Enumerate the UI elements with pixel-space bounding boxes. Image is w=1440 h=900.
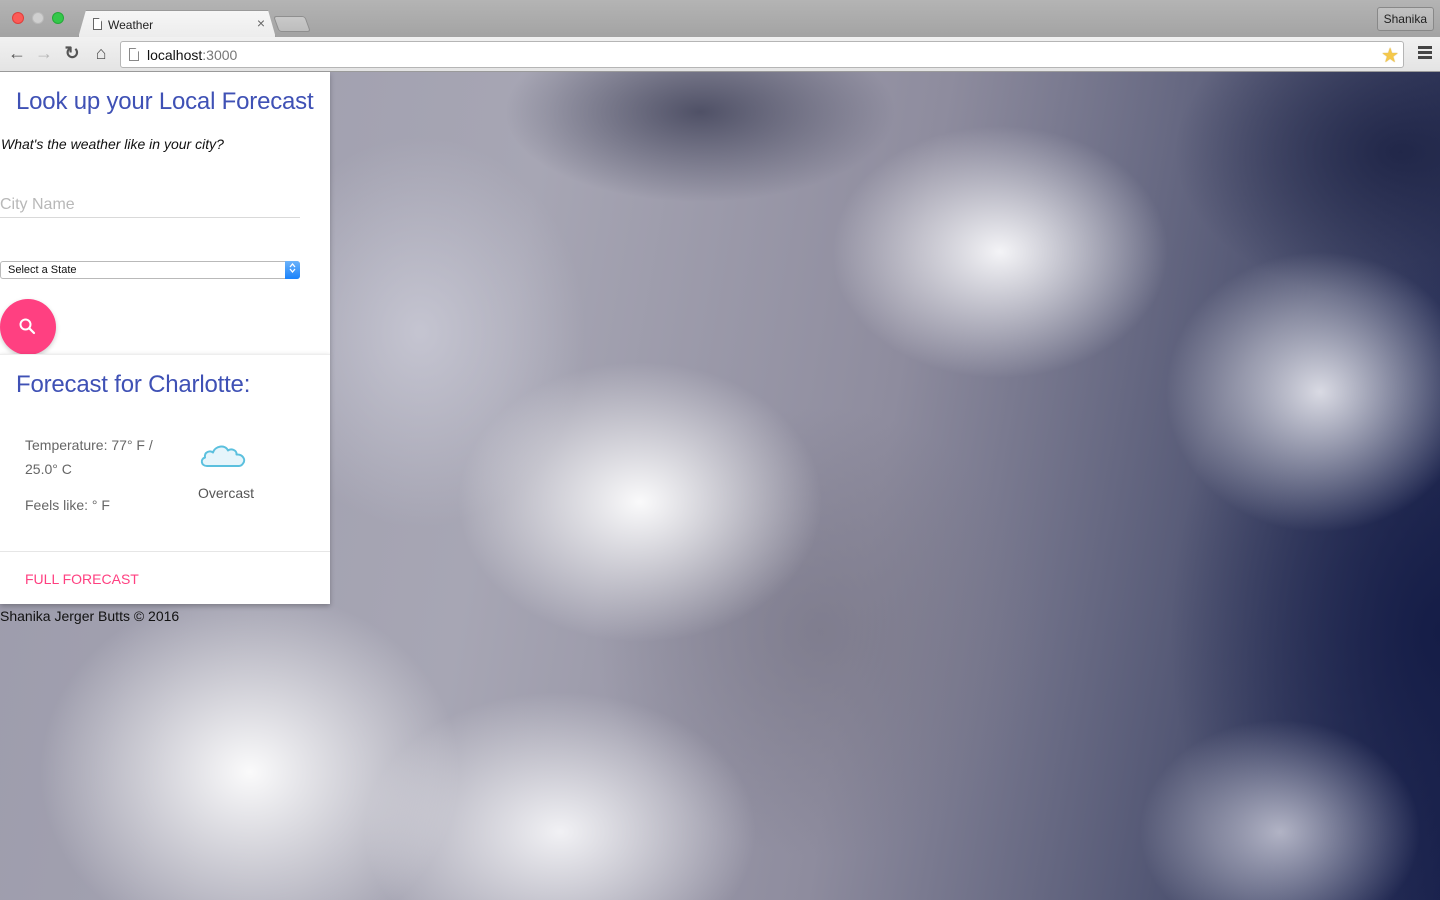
tab-close-icon[interactable]: × <box>257 15 265 31</box>
bookmark-star-icon[interactable]: ★ <box>1381 43 1399 68</box>
city-name-input[interactable] <box>0 192 300 218</box>
window-minimize-button[interactable] <box>32 12 44 24</box>
page-viewport: Look up your Local Forecast What's the w… <box>0 72 1440 900</box>
page-icon <box>129 48 139 61</box>
footer-copyright: Shanika Jerger Butts © 2016 <box>0 608 180 624</box>
profile-button[interactable]: Shanika <box>1376 7 1434 31</box>
condition-text: Overcast <box>198 485 255 501</box>
search-icon <box>19 318 36 335</box>
feels-like-text: Feels like: ° F <box>25 497 110 513</box>
state-select[interactable]: Select a State <box>0 261 300 279</box>
browser-toolbar: ← → ↻ ⌂ localhost:3000 ★ <box>0 37 1440 72</box>
full-forecast-link[interactable]: Full Forecast <box>25 571 139 587</box>
title-bar: Weather × Shanika <box>0 0 1440 37</box>
search-subtitle: What's the weather like in your city? <box>1 136 224 152</box>
forward-arrow-icon[interactable]: → <box>33 42 55 64</box>
browser-chrome: Weather × Shanika ← → ↻ ⌂ localhost:3000… <box>0 0 1440 72</box>
new-tab-button[interactable] <box>273 16 311 32</box>
search-card: Look up your Local Forecast What's the w… <box>0 72 330 355</box>
tab-weather[interactable]: Weather × <box>78 10 276 38</box>
hamburger-menu-icon[interactable] <box>1418 46 1432 61</box>
document-icon <box>93 18 102 30</box>
forecast-card: Forecast for Charlotte: Temperature: 77°… <box>0 354 330 604</box>
back-arrow-icon[interactable]: ← <box>6 42 28 64</box>
address-bar[interactable]: localhost:3000 ★ <box>120 41 1404 68</box>
forecast-title: Forecast for Charlotte: <box>16 371 251 398</box>
state-select-value: Select a State <box>8 264 77 276</box>
url-host: localhost <box>147 47 203 63</box>
select-arrows-icon <box>285 261 300 279</box>
cloud-icon <box>200 445 246 467</box>
tab-title: Weather <box>108 18 154 32</box>
window-maximize-button[interactable] <box>52 12 64 24</box>
page-title: Look up your Local Forecast <box>16 88 314 115</box>
search-button[interactable] <box>0 299 56 355</box>
url-port: :3000 <box>202 47 238 63</box>
home-icon[interactable]: ⌂ <box>90 42 112 64</box>
temperature-text: Temperature: 77° F / 25.0° C <box>25 437 153 477</box>
window-close-button[interactable] <box>12 12 24 24</box>
reload-icon[interactable]: ↻ <box>61 42 83 64</box>
card-divider <box>0 551 330 552</box>
url-text[interactable]: localhost:3000 <box>147 47 237 63</box>
updown-chevron-icon <box>289 262 296 274</box>
